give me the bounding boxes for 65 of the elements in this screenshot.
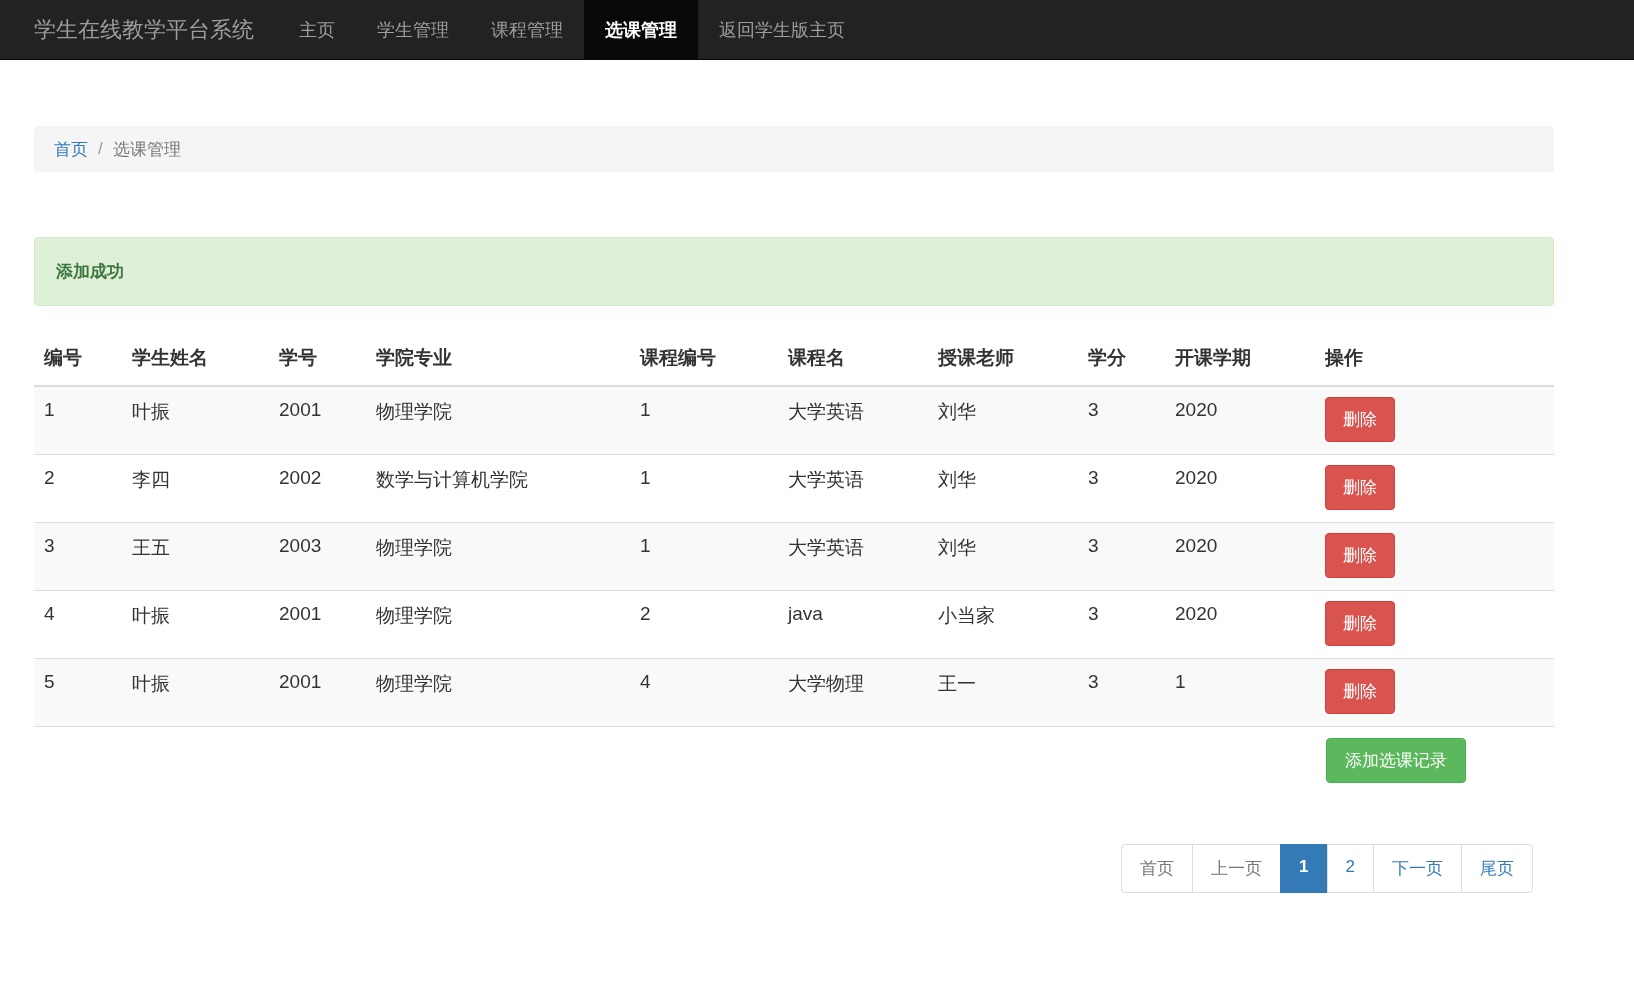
pagination-item[interactable]: 尾页 (1461, 844, 1533, 893)
table-cell: 1 (630, 454, 778, 522)
table-cell: 1 (1165, 658, 1315, 726)
table-cell: 大学英语 (778, 386, 928, 454)
pagination-item[interactable]: 2 (1326, 844, 1374, 893)
delete-button[interactable]: 删除 (1325, 397, 1395, 442)
table-cell: 3 (1078, 386, 1165, 454)
delete-button[interactable]: 删除 (1325, 600, 1395, 646)
success-alert: 添加成功 (34, 237, 1554, 306)
table-cell: 2020 (1165, 454, 1315, 522)
nav-item[interactable]: 课程管理 (470, 0, 584, 59)
add-record-button[interactable]: 添加选课记录 (1326, 738, 1466, 783)
table-cell: 4 (34, 590, 122, 658)
table-cell: 大学英语 (778, 522, 928, 590)
table-cell: 小当家 (928, 590, 1078, 658)
table-cell: 物理学院 (366, 590, 630, 658)
table-cell: 2001 (269, 386, 366, 454)
table-cell: 3 (1078, 658, 1165, 726)
table-cell: 叶振 (122, 658, 269, 726)
table-cell: 大学英语 (778, 454, 928, 522)
breadcrumb-separator: / (98, 139, 103, 159)
table-cell: 5 (34, 658, 122, 726)
table-cell: 3 (1078, 454, 1165, 522)
table-cell: 1 (630, 522, 778, 590)
table-cell: 数学与计算机学院 (366, 454, 630, 522)
table-cell: 2001 (269, 658, 366, 726)
table-cell: 2020 (1165, 386, 1315, 454)
table-cell: 大学物理 (778, 658, 928, 726)
table-cell: 王五 (122, 522, 269, 590)
nav-item[interactable]: 选课管理 (584, 0, 698, 59)
nav-item[interactable]: 学生管理 (356, 0, 470, 59)
table-cell: 3 (1078, 522, 1165, 590)
table-cell: 2001 (269, 590, 366, 658)
table-cell: 李四 (122, 454, 269, 522)
nav-item[interactable]: 主页 (278, 0, 356, 59)
table-cell: 叶振 (122, 590, 269, 658)
table-cell: 2020 (1165, 522, 1315, 590)
table-cell: 2 (630, 590, 778, 658)
table-cell: 2003 (269, 522, 366, 590)
table-cell: 刘华 (928, 522, 1078, 590)
table-cell: 王一 (928, 658, 1078, 726)
table-cell: java (778, 590, 928, 658)
table-cell: 刘华 (928, 386, 1078, 454)
table-cell: 1 (630, 386, 778, 454)
table-cell: 3 (34, 522, 122, 590)
table-cell: 2002 (269, 454, 366, 522)
table-cell: 叶振 (122, 386, 269, 454)
table-cell: 物理学院 (366, 386, 630, 454)
pagination-item[interactable]: 下一页 (1373, 844, 1462, 893)
delete-button[interactable]: 删除 (1325, 532, 1395, 578)
table-cell: 2020 (1165, 590, 1315, 658)
table-cell: 物理学院 (366, 522, 630, 590)
table-cell: 1 (34, 386, 122, 454)
table-cell: 物理学院 (366, 658, 630, 726)
breadcrumb-current: 选课管理 (112, 138, 181, 161)
table-cell: 2 (34, 454, 122, 522)
delete-button[interactable]: 删除 (1325, 668, 1395, 714)
breadcrumb-link[interactable]: 首页 (54, 137, 88, 161)
table-cell: 刘华 (928, 454, 1078, 522)
delete-button[interactable]: 删除 (1325, 464, 1395, 510)
nav-item[interactable]: 返回学生版主页 (698, 0, 866, 59)
table-cell: 4 (630, 658, 778, 726)
table-cell: 3 (1078, 590, 1165, 658)
pagination-item[interactable]: 1 (1280, 844, 1328, 893)
brand-title[interactable]: 学生在线教学平台系统 (34, 0, 254, 59)
